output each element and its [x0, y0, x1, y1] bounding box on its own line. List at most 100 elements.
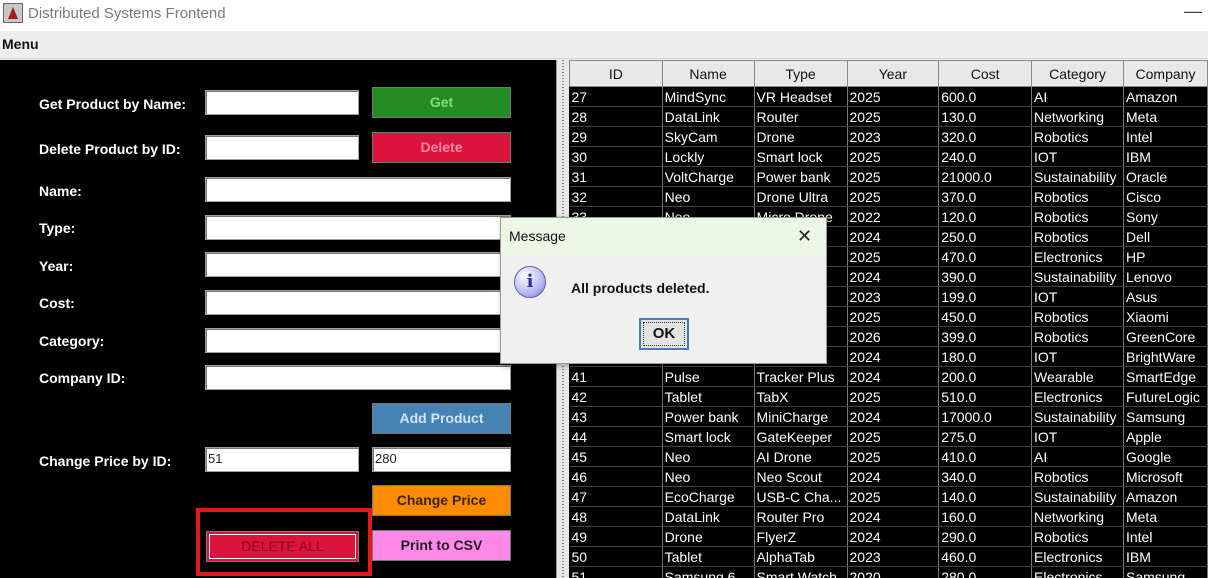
table-row[interactable]: 51 Samsung 6 Smart Watch 2020 280.0 Electroni…: [569, 566, 1208, 578]
table-cell: 21000.0: [938, 166, 1033, 187]
column-header[interactable]: ID: [569, 60, 663, 87]
menu-item-menu[interactable]: Menu: [2, 36, 39, 52]
year-input[interactable]: [205, 252, 511, 277]
cost-label: Cost:: [39, 295, 75, 311]
table-cell: IOT: [1031, 286, 1124, 307]
table-row[interactable]: 45 Neo AI Drone 2025 410.0 AI Google: [569, 446, 1208, 467]
table-cell: Drone: [754, 126, 848, 147]
table-cell: 2024: [847, 506, 940, 527]
table-row[interactable]: 47 EcoCharge USB-C Cha... 2025 140.0 Sustaina…: [569, 486, 1208, 507]
table-row[interactable]: 46 Neo Neo Scout 2024 340.0 Robotics Microsoft: [569, 466, 1208, 487]
change-price-label: Change Price by ID:: [39, 453, 172, 469]
column-header[interactable]: Company: [1122, 60, 1208, 87]
get-button[interactable]: Get: [372, 87, 511, 118]
table-cell: Smart lock: [662, 426, 755, 447]
table-cell: USB-C Cha...: [754, 486, 848, 507]
delete-button[interactable]: Delete: [372, 132, 511, 163]
table-cell: 2023: [847, 126, 940, 147]
table-row[interactable]: 31 VoltCharge Power bank 2025 21000.0 Sustain…: [569, 166, 1208, 187]
table-row[interactable]: 44 Smart lock GateKeeper 2025 275.0 IOT Apple: [569, 426, 1208, 447]
cost-input[interactable]: [205, 290, 511, 315]
table-cell: 410.0: [938, 446, 1033, 467]
table-cell: Robotics: [1031, 226, 1124, 247]
table-cell: Apple: [1123, 426, 1208, 447]
table-cell: Electronics: [1031, 386, 1124, 407]
table-row[interactable]: 42 Tablet TabX 2025 510.0 Electronics FutureLo…: [569, 386, 1208, 407]
table-cell: 2025: [847, 86, 940, 107]
table-cell: AI: [1031, 86, 1124, 107]
dialog-message: All products deleted.: [571, 280, 710, 296]
column-header[interactable]: Year: [846, 60, 940, 87]
table-cell: 2023: [847, 546, 940, 567]
table-cell: 2025: [847, 146, 940, 167]
table-row[interactable]: 29 SkyCam Drone 2023 320.0 Robotics Intel: [569, 126, 1208, 147]
table-cell: 2020: [847, 566, 940, 578]
minimize-button[interactable]: —: [1182, 2, 1204, 25]
print-csv-button[interactable]: Print to CSV: [372, 530, 511, 561]
table-row[interactable]: 43 Power bank MiniCharge 2024 17000.0 Sustain…: [569, 406, 1208, 427]
table-cell: 280.0: [938, 566, 1033, 578]
company-id-input[interactable]: [205, 365, 511, 390]
table-cell: Lockly: [662, 146, 755, 167]
column-header[interactable]: Category: [1031, 60, 1124, 87]
table-row[interactable]: 28 DataLink Router 2025 130.0 Networking Meta: [569, 106, 1208, 127]
table-cell: 44: [569, 426, 663, 447]
table-cell: 460.0: [938, 546, 1033, 567]
type-label: Type:: [39, 220, 76, 236]
table-cell: 600.0: [938, 86, 1033, 107]
table-cell: 120.0: [938, 206, 1033, 227]
table-header-row: ID Name Type Year Cost Category Company: [569, 60, 1208, 87]
table-cell: 32: [569, 186, 663, 207]
table-row[interactable]: 41 Pulse Tracker Plus 2024 200.0 Wearable Smar…: [569, 366, 1208, 387]
table-row[interactable]: 49 Drone FlyerZ 2024 290.0 Robotics Intel: [569, 526, 1208, 547]
get-product-name-input[interactable]: [205, 90, 359, 115]
table-row[interactable]: 32 Neo Drone Ultra 2025 370.0 Robotics Cisco: [569, 186, 1208, 207]
table-cell: Sustainability: [1031, 266, 1124, 287]
table-cell: 2025: [847, 246, 940, 267]
table-row[interactable]: 27 MindSync VR Headset 2025 600.0 AI Amazon: [569, 86, 1208, 107]
table-row[interactable]: 30 Lockly Smart lock 2025 240.0 IOT IBM: [569, 146, 1208, 167]
table-cell: MiniCharge: [754, 406, 848, 427]
table-cell: AI Drone: [754, 446, 848, 467]
table-cell: Neo: [662, 446, 755, 467]
table-cell: 17000.0: [938, 406, 1033, 427]
delete-product-id-input[interactable]: [205, 135, 359, 160]
table-cell: Robotics: [1031, 306, 1124, 327]
table-cell: 2023: [847, 286, 940, 307]
table-cell: Intel: [1123, 526, 1208, 547]
table-cell: DataLink: [662, 106, 755, 127]
add-product-button[interactable]: Add Product: [372, 403, 511, 434]
table-cell: 250.0: [938, 226, 1033, 247]
table-cell: 370.0: [938, 186, 1033, 207]
table-cell: 2025: [847, 306, 940, 327]
table-cell: Pulse: [662, 366, 755, 387]
table-cell: 27: [569, 86, 663, 107]
table-cell: Neo: [662, 186, 755, 207]
close-icon[interactable]: ✕: [797, 226, 812, 247]
new-price-input[interactable]: 280: [372, 447, 511, 472]
table-cell: 2025: [847, 426, 940, 447]
table-cell: 240.0: [938, 146, 1033, 167]
table-row[interactable]: 50 Tablet AlphaTab 2023 460.0 Electronics IBM: [569, 546, 1208, 567]
table-cell: Robotics: [1031, 326, 1124, 347]
type-input[interactable]: [205, 215, 511, 240]
table-cell: BrightWare: [1123, 346, 1208, 367]
change-price-button[interactable]: Change Price: [372, 485, 511, 516]
table-cell: Router Pro: [754, 506, 848, 527]
table-cell: Robotics: [1031, 526, 1124, 547]
category-input[interactable]: [205, 328, 511, 353]
column-header[interactable]: Name: [661, 60, 755, 87]
column-header[interactable]: Type: [753, 60, 848, 87]
table-cell: 2025: [847, 186, 940, 207]
column-header[interactable]: Cost: [938, 60, 1033, 87]
name-label: Name:: [39, 183, 82, 199]
table-row[interactable]: 48 DataLink Router Pro 2024 160.0 Networking M…: [569, 506, 1208, 527]
table-cell: Electronics: [1031, 546, 1124, 567]
change-price-id-input[interactable]: 51: [205, 447, 359, 472]
ok-button[interactable]: OK: [639, 318, 689, 350]
name-input[interactable]: [205, 177, 511, 202]
table-cell: Dell: [1123, 226, 1208, 247]
table-cell: 2024: [847, 366, 940, 387]
table-cell: GateKeeper: [754, 426, 848, 447]
table-cell: Meta: [1123, 506, 1208, 527]
